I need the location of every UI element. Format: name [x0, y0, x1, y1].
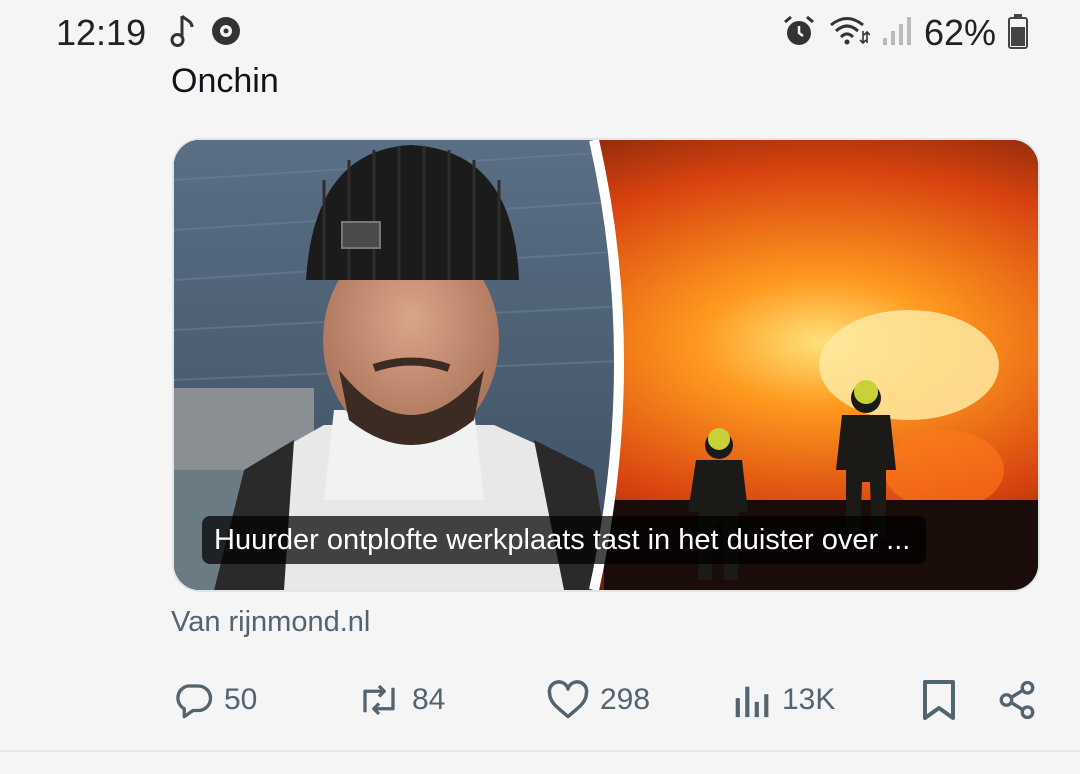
views-count: 13K — [782, 683, 836, 716]
share-icon — [996, 679, 1038, 721]
status-time: 12:19 — [56, 12, 147, 53]
author-name[interactable]: Onchin — [171, 62, 279, 101]
heart-icon — [546, 679, 590, 721]
wifi-icon — [828, 15, 871, 52]
battery-icon — [1008, 13, 1028, 54]
post-divider — [0, 750, 1080, 752]
reply-count: 50 — [224, 683, 258, 716]
like-button[interactable]: 298 — [546, 672, 650, 728]
repost-button[interactable]: 84 — [356, 672, 445, 728]
repost-count: 84 — [412, 683, 446, 716]
views-icon — [734, 679, 772, 721]
reply-button[interactable]: 50 — [172, 672, 257, 728]
share-button[interactable] — [996, 672, 1038, 728]
music-note-icon — [170, 14, 196, 53]
reply-icon — [172, 679, 214, 721]
bookmark-button[interactable] — [920, 672, 958, 728]
action-bar: 50 84 298 13K — [0, 672, 1080, 728]
record-icon — [210, 15, 242, 52]
battery-percentage: 62% — [923, 12, 996, 53]
signal-icon — [882, 16, 912, 51]
link-card-headline: Huurder ontplofte werkplaats tast in het… — [202, 516, 927, 564]
status-bar: 12:19 62% — [0, 0, 1080, 64]
link-source[interactable]: Van rijnmond.nl — [171, 606, 370, 639]
alarm-icon — [782, 14, 816, 53]
views-button[interactable]: 13K — [734, 672, 835, 728]
link-card[interactable]: Huurder ontplofte werkplaats tast in het… — [172, 138, 1040, 592]
like-count: 298 — [600, 683, 651, 716]
repost-icon — [356, 679, 402, 721]
bookmark-icon — [920, 678, 958, 722]
